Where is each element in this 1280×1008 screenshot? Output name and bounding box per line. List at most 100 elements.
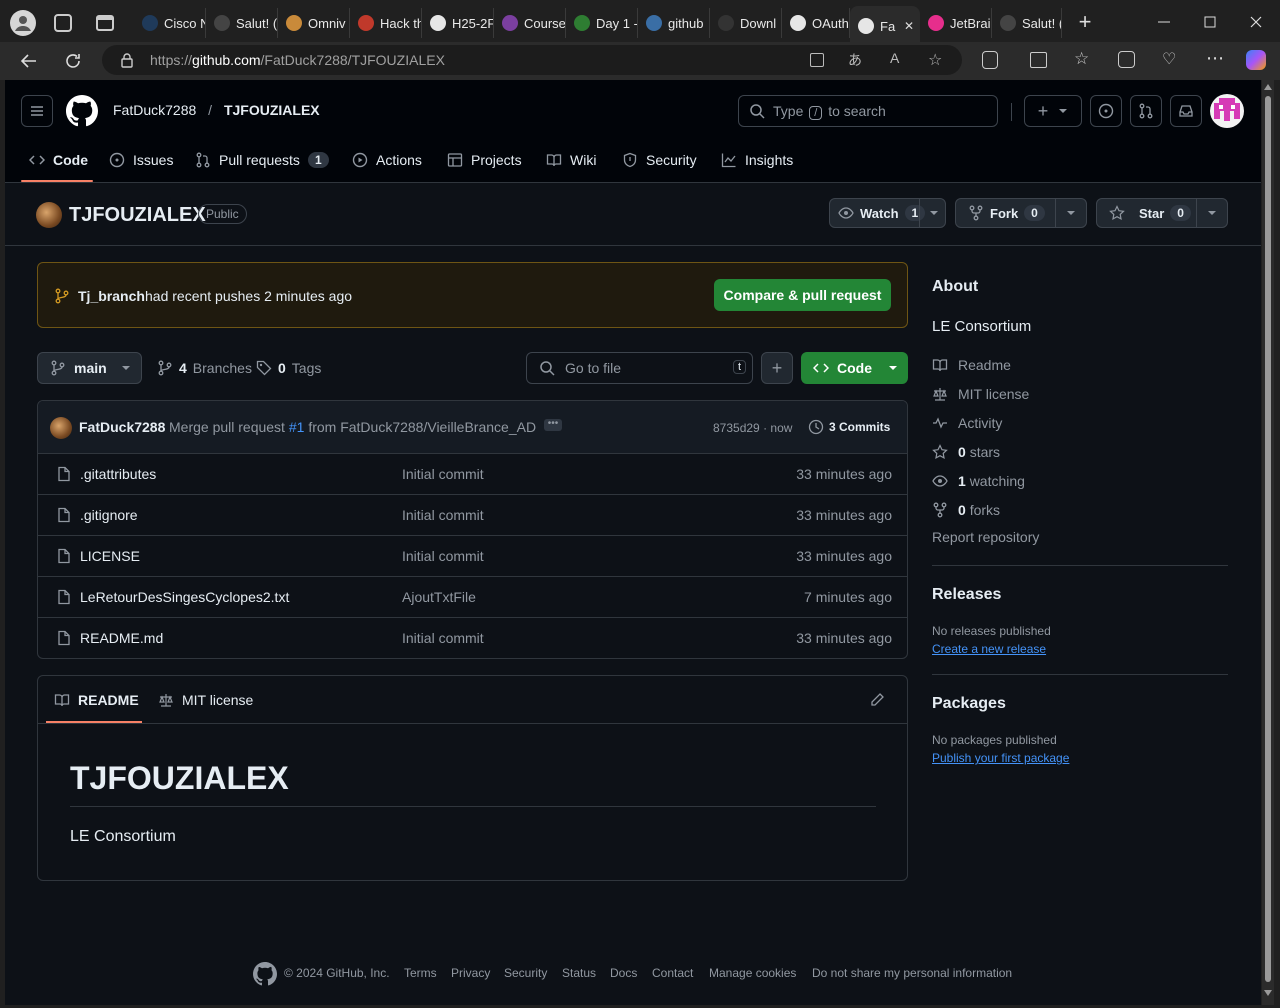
close-tab-icon[interactable]: ✕	[904, 19, 914, 33]
watch-button[interactable]: Watch 1	[829, 198, 946, 228]
commit-author[interactable]: FatDuck7288	[79, 419, 165, 435]
page-scrollbar[interactable]	[1262, 80, 1274, 1005]
search-input[interactable]: Type / to search	[738, 95, 998, 127]
file-row[interactable]: LICENSE Initial commit 33 minutes ago	[38, 535, 907, 576]
tab-readme[interactable]: README	[54, 692, 139, 708]
split-screen-icon[interactable]	[1030, 52, 1047, 68]
file-commit-message[interactable]: Initial commit	[402, 630, 484, 646]
chevron-down-icon[interactable]	[1207, 210, 1217, 216]
footer-link-manage-cookies[interactable]: Manage cookies	[709, 966, 796, 980]
tab-pull-requests[interactable]: Pull requests 1	[195, 140, 329, 180]
add-file-button[interactable]: +	[761, 352, 793, 384]
collections-icon[interactable]	[1118, 51, 1135, 68]
browser-tab[interactable]: Hack th	[350, 8, 422, 38]
about-license-link[interactable]: MIT license	[932, 384, 1029, 404]
file-name[interactable]: README.md	[80, 630, 163, 646]
address-bar[interactable]: https://github.com/FatDuck7288/TJFOUZIAL…	[102, 45, 962, 75]
about-readme-link[interactable]: Readme	[932, 355, 1011, 375]
user-avatar[interactable]	[1210, 94, 1244, 128]
lock-icon[interactable]	[120, 53, 134, 68]
browser-tab[interactable]: OAuth	[782, 8, 850, 38]
browser-tab[interactable]: Day 1 -	[566, 8, 638, 38]
footer-link-docs[interactable]: Docs	[610, 966, 637, 980]
hamburger-menu-button[interactable]	[21, 95, 53, 127]
url-text[interactable]: https://github.com/FatDuck7288/TJFOUZIAL…	[150, 52, 445, 68]
file-name[interactable]: .gitattributes	[80, 466, 156, 482]
footer-link-status[interactable]: Status	[562, 966, 596, 980]
browser-tab[interactable]: Cisco N	[134, 8, 206, 38]
minimize-button[interactable]	[1152, 10, 1176, 34]
file-name[interactable]: .gitignore	[80, 507, 138, 523]
inbox-button[interactable]	[1170, 95, 1202, 127]
browser-tab[interactable]: H25-2F	[422, 8, 494, 38]
tab-actions[interactable]: Actions	[352, 140, 422, 180]
star-button[interactable]: Star 0	[1096, 198, 1228, 228]
issues-button[interactable]	[1090, 95, 1122, 127]
file-row[interactable]: README.md Initial commit 33 minutes ago	[38, 617, 907, 658]
go-to-file-input[interactable]: Go to file t	[526, 352, 753, 384]
file-name[interactable]: LICENSE	[80, 548, 140, 564]
about-stars-link[interactable]: 0 stars	[932, 442, 1000, 462]
commit-pr-link[interactable]: #1	[289, 419, 305, 435]
browser-essentials-icon[interactable]: ♡	[1162, 49, 1176, 69]
tab-insights[interactable]: Insights	[721, 140, 793, 180]
commit-message-suffix[interactable]: from FatDuck7288/VieilleBrance_AD	[308, 419, 536, 435]
tab-issues[interactable]: Issues	[109, 140, 173, 180]
commit-expand-ellipsis-icon[interactable]: •••	[544, 419, 562, 431]
tab-wiki[interactable]: Wiki	[546, 140, 596, 180]
file-commit-message[interactable]: Initial commit	[402, 507, 484, 523]
tab-actions-icon[interactable]	[96, 15, 114, 31]
translate-icon[interactable]: あ	[848, 50, 862, 70]
new-tab-button[interactable]: +	[1074, 11, 1096, 34]
footer-link-privacy[interactable]: Privacy	[451, 966, 490, 980]
github-logo-icon[interactable]	[66, 95, 98, 127]
profile-avatar[interactable]	[10, 10, 36, 36]
about-forks-link[interactable]: 0 forks	[932, 500, 1000, 520]
app-available-icon[interactable]	[810, 53, 824, 67]
file-commit-message[interactable]: AjoutTxtFile	[402, 589, 476, 605]
report-repository-link[interactable]: Report repository	[932, 529, 1039, 545]
file-row[interactable]: .gitignore Initial commit 33 minutes ago	[38, 494, 907, 535]
scroll-up-arrow-icon[interactable]	[1264, 84, 1272, 90]
tab-projects[interactable]: Projects	[447, 140, 522, 180]
tab-code[interactable]: Code	[29, 140, 88, 180]
compare-pull-request-button[interactable]: Compare & pull request	[714, 279, 891, 311]
back-icon[interactable]	[18, 50, 40, 72]
file-name[interactable]: LeRetourDesSingesCyclopes2.txt	[80, 589, 289, 605]
file-row[interactable]: .gitattributes Initial commit 33 minutes a…	[38, 453, 907, 494]
maximize-button[interactable]	[1198, 10, 1222, 34]
create-release-link[interactable]: Create a new release	[932, 642, 1046, 656]
scrollbar-thumb[interactable]	[1265, 96, 1271, 982]
browser-tab[interactable]: github	[638, 8, 710, 38]
refresh-icon[interactable]	[62, 50, 84, 72]
commits-history-link[interactable]: 3 Commits	[808, 419, 890, 435]
tab-mit-license[interactable]: MIT license	[158, 692, 253, 708]
browser-tab[interactable]: Omniv	[278, 8, 350, 38]
browser-tab[interactable]: Course	[494, 8, 566, 38]
file-commit-message[interactable]: Initial commit	[402, 466, 484, 482]
banner-branch-name[interactable]: Tj_branch	[78, 288, 145, 304]
packages-heading[interactable]: Packages	[932, 695, 1006, 713]
chevron-down-icon[interactable]	[1066, 210, 1076, 216]
commit-message-prefix[interactable]: Merge pull request	[169, 419, 285, 435]
create-new-button[interactable]: +	[1024, 95, 1082, 127]
fork-button[interactable]: Fork 0	[955, 198, 1087, 228]
browser-tab[interactable]: Salut! (	[992, 8, 1062, 38]
file-row[interactable]: LeRetourDesSingesCyclopes2.txt AjoutTxtFi…	[38, 576, 907, 617]
browser-tab[interactable]: JetBrai	[920, 8, 992, 38]
chevron-down-icon[interactable]	[929, 210, 939, 216]
publish-package-link[interactable]: Publish your first package	[932, 751, 1069, 765]
close-window-button[interactable]	[1244, 10, 1268, 34]
commit-author-avatar[interactable]	[50, 417, 72, 439]
commit-sha-time[interactable]: 8735d29 · now	[713, 421, 792, 435]
footer-link-do-not-share[interactable]: Do not share my personal information	[812, 966, 1012, 980]
browser-tab[interactable]: Salut! (	[206, 8, 278, 38]
breadcrumb-repo[interactable]: TJFOUZIALEX	[224, 102, 320, 118]
more-menu-icon[interactable]: ⋯	[1206, 48, 1224, 69]
browser-tab[interactable]: Fa ✕	[850, 6, 920, 46]
footer-link-terms[interactable]: Terms	[404, 966, 437, 980]
file-commit-message[interactable]: Initial commit	[402, 548, 484, 564]
workspaces-icon[interactable]	[54, 14, 72, 32]
favorite-star-icon[interactable]: ☆	[928, 50, 942, 70]
breadcrumb-owner[interactable]: FatDuck7288	[113, 102, 196, 118]
